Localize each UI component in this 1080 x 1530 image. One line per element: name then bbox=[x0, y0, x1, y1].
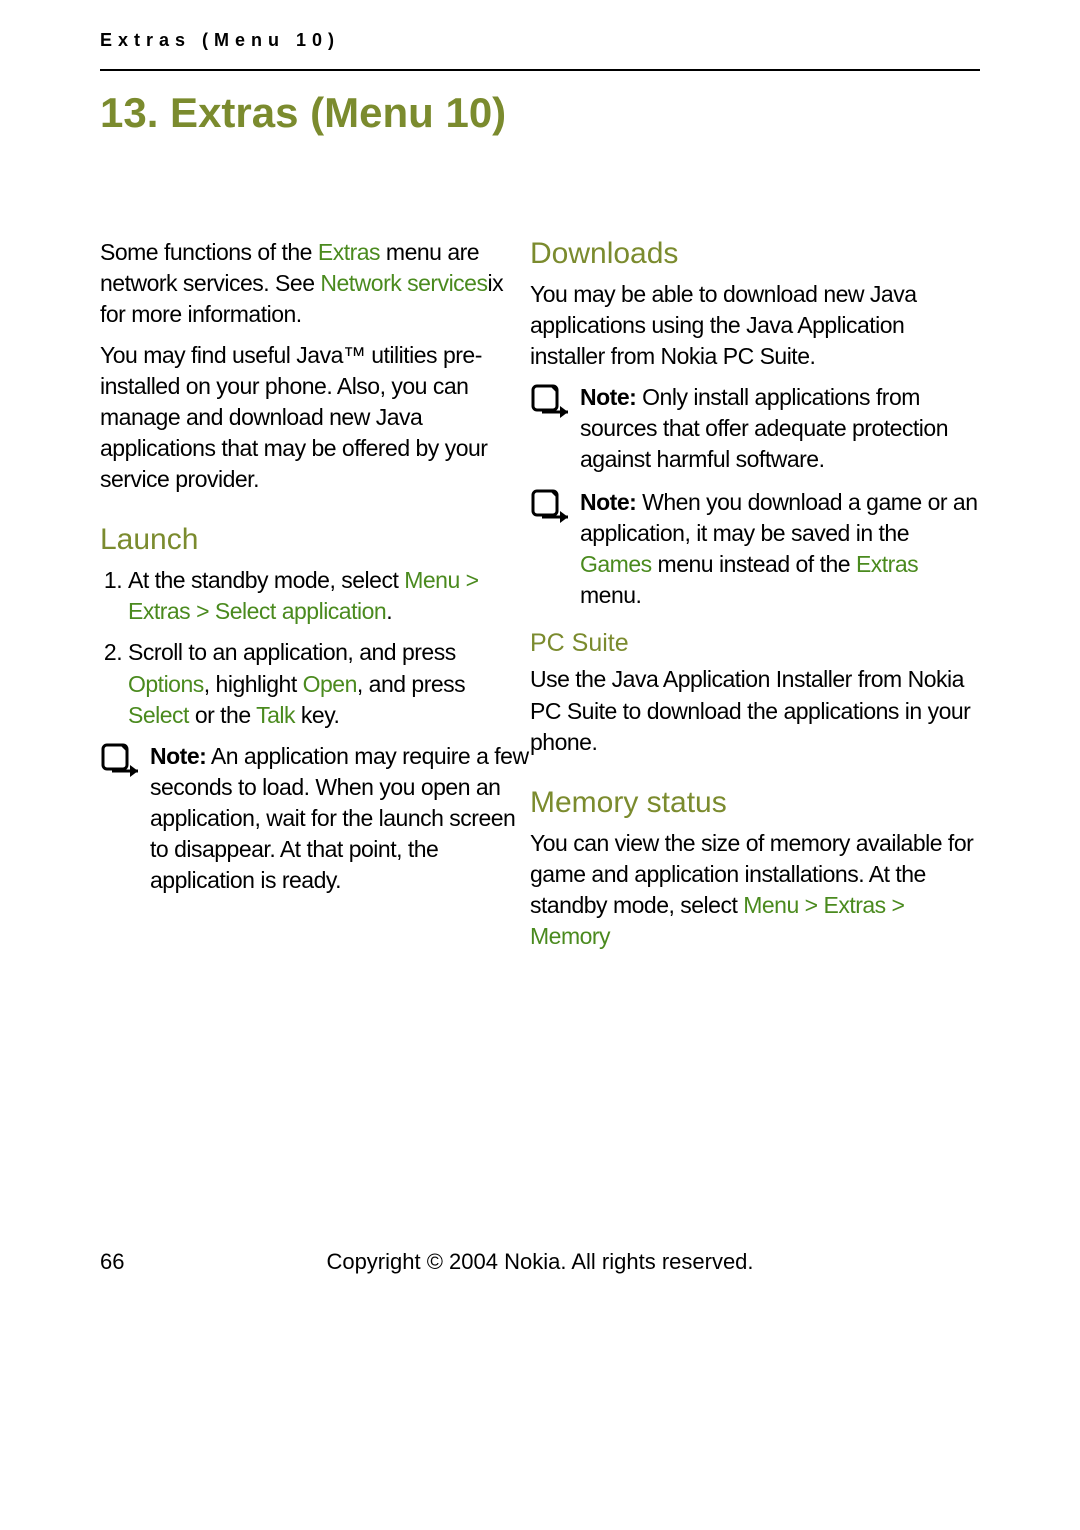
launch-steps: At the standby mode, select Menu > Extra… bbox=[100, 565, 530, 730]
cross-reference-network-services[interactable]: Network services bbox=[320, 270, 487, 296]
menu-name-extras: Extras bbox=[856, 551, 918, 577]
footer-copyright: Copyright © 2004 Nokia. All rights reser… bbox=[0, 1249, 1080, 1275]
note-text: Note: Only install applications from sou… bbox=[580, 382, 980, 475]
text: menu instead of the bbox=[652, 551, 850, 577]
note-label: Note: bbox=[150, 743, 206, 769]
downloads-heading: Downloads bbox=[530, 237, 980, 271]
memory-status-paragraph: You can view the size of memory availabl… bbox=[530, 828, 980, 952]
softkey-select: Select bbox=[128, 702, 189, 728]
launch-step-2: Scroll to an application, and press Opti… bbox=[128, 637, 530, 730]
note-download-save: Note: When you download a game or an app… bbox=[530, 487, 980, 611]
text: At the standby mode, select bbox=[128, 567, 404, 593]
text: menu. bbox=[580, 582, 641, 608]
note-install-sources: Note: Only install applications from sou… bbox=[530, 382, 980, 475]
text: , highlight bbox=[204, 671, 297, 697]
text: key. bbox=[295, 702, 339, 728]
softkey-open: Open bbox=[303, 671, 357, 697]
text: Only install applications from sources t… bbox=[580, 384, 948, 472]
launch-heading: Launch bbox=[100, 523, 530, 557]
note-icon bbox=[530, 384, 570, 429]
text: Scroll to an application, and press bbox=[128, 639, 456, 665]
text: When you download a game or an applicati… bbox=[580, 489, 978, 546]
note-label: Note: bbox=[580, 384, 636, 410]
note-label: Note: bbox=[580, 489, 636, 515]
pc-suite-paragraph: Use the Java Application Installer from … bbox=[530, 664, 980, 757]
note-icon bbox=[100, 743, 140, 788]
text: , and press bbox=[357, 671, 465, 697]
text: or the bbox=[189, 702, 251, 728]
right-column: Downloads You may be able to download ne… bbox=[530, 237, 980, 962]
text: An application may require a few seconds… bbox=[150, 743, 529, 893]
note-icon bbox=[530, 489, 570, 534]
pc-suite-heading: PC Suite bbox=[530, 629, 980, 658]
chapter-title: 13. Extras (Menu 10) bbox=[100, 89, 980, 137]
running-header: Extras (Menu 10) bbox=[100, 30, 980, 51]
left-column: Some functions of the Extras menu are ne… bbox=[100, 237, 530, 908]
menu-name-extras: Extras bbox=[318, 239, 380, 265]
launch-step-1: At the standby mode, select Menu > Extra… bbox=[128, 565, 530, 627]
text: . bbox=[386, 598, 392, 624]
note-text: Note: When you download a game or an app… bbox=[580, 487, 980, 611]
note-text: Note: An application may require a few s… bbox=[150, 741, 530, 896]
text: Some functions of the bbox=[100, 239, 312, 265]
downloads-paragraph: You may be able to download new Java app… bbox=[530, 279, 980, 372]
menu-name-games: Games bbox=[580, 551, 652, 577]
softkey-options: Options bbox=[128, 671, 204, 697]
note-launch: Note: An application may require a few s… bbox=[100, 741, 530, 896]
header-rule bbox=[100, 69, 980, 71]
memory-status-heading: Memory status bbox=[530, 786, 980, 820]
key-talk: Talk bbox=[256, 702, 295, 728]
intro-paragraph-1: Some functions of the Extras menu are ne… bbox=[100, 237, 530, 330]
intro-paragraph-2: You may find useful Java™ utilities pre-… bbox=[100, 340, 530, 495]
